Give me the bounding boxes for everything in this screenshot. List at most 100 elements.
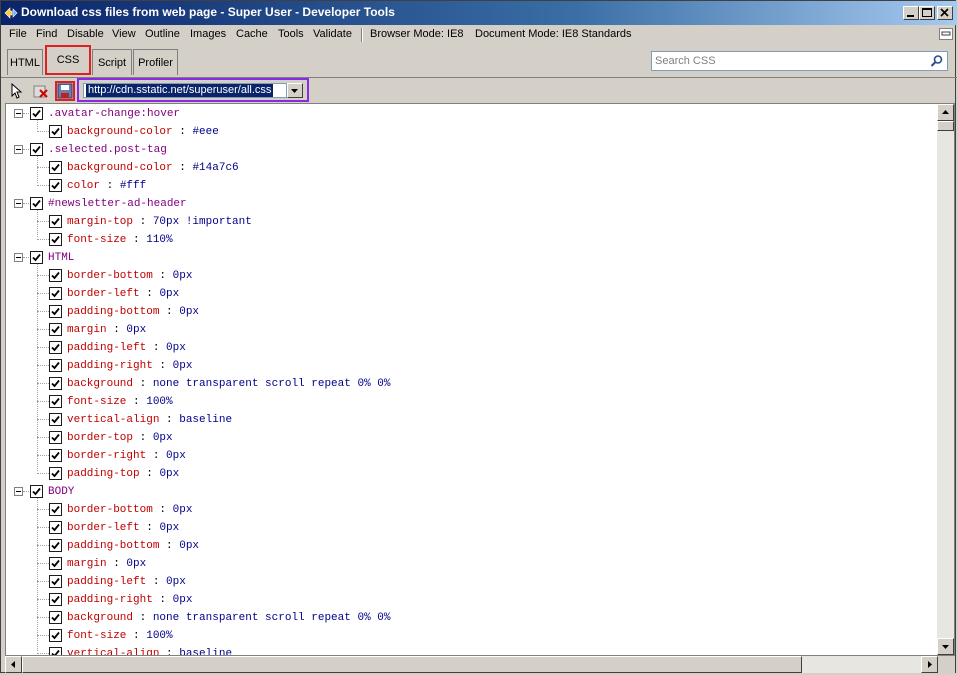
maximize-button[interactable]	[919, 6, 935, 20]
property-checkbox[interactable]	[49, 359, 62, 372]
property-checkbox[interactable]	[49, 179, 62, 192]
tab-script[interactable]: Script	[92, 49, 132, 75]
property-checkbox[interactable]	[49, 629, 62, 642]
property-name[interactable]: border-bottom	[67, 504, 153, 516]
property-name[interactable]: border-top	[67, 432, 133, 444]
rule-checkbox[interactable]	[30, 143, 43, 156]
property-name[interactable]: font-size	[67, 630, 126, 642]
css-selector[interactable]: .avatar-change:hover	[48, 105, 180, 123]
property-value[interactable]: baseline	[179, 648, 232, 655]
pin-icon[interactable]	[939, 28, 953, 40]
minimize-button[interactable]	[903, 6, 919, 20]
css-selector[interactable]: BODY	[48, 483, 74, 501]
property-name[interactable]: padding-bottom	[67, 306, 159, 318]
menu-disable[interactable]: Disable	[67, 28, 104, 40]
rule-checkbox[interactable]	[30, 485, 43, 498]
collapse-icon[interactable]	[14, 253, 23, 262]
property-name[interactable]: vertical-align	[67, 414, 159, 426]
property-value[interactable]: 0px	[166, 450, 186, 462]
property-name[interactable]: padding-right	[67, 594, 153, 606]
property-value[interactable]: 100%	[146, 396, 172, 408]
property-checkbox[interactable]	[49, 305, 62, 318]
menu-outline[interactable]: Outline	[145, 28, 180, 40]
clear-button[interactable]	[31, 81, 51, 101]
menu-view[interactable]: View	[112, 28, 136, 40]
close-button[interactable]	[937, 6, 953, 20]
css-selector[interactable]: HTML	[48, 249, 74, 267]
rule-checkbox[interactable]	[30, 107, 43, 120]
menu-cache[interactable]: Cache	[236, 28, 268, 40]
property-checkbox[interactable]	[49, 593, 62, 606]
property-value[interactable]: 0px	[173, 270, 193, 282]
property-name[interactable]: margin	[67, 324, 107, 336]
property-value[interactable]: 0px	[159, 288, 179, 300]
property-value[interactable]: 0px	[173, 594, 193, 606]
property-value[interactable]: 0px	[173, 360, 193, 372]
rule-checkbox[interactable]	[30, 251, 43, 264]
property-checkbox[interactable]	[49, 125, 62, 138]
property-value[interactable]: 0px	[179, 306, 199, 318]
property-name[interactable]: color	[67, 180, 100, 192]
menu-file[interactable]: File	[9, 28, 27, 40]
property-name[interactable]: background-color	[67, 162, 173, 174]
property-name[interactable]: padding-right	[67, 360, 153, 372]
scroll-thumb[interactable]	[937, 121, 954, 131]
property-value[interactable]: 0px	[126, 558, 146, 570]
property-checkbox[interactable]	[49, 611, 62, 624]
property-value[interactable]: 0px	[179, 540, 199, 552]
collapse-icon[interactable]	[14, 145, 23, 154]
property-checkbox[interactable]	[49, 161, 62, 174]
search-css-input[interactable]	[655, 54, 925, 68]
property-value[interactable]: 0px	[159, 522, 179, 534]
property-name[interactable]: padding-left	[67, 576, 146, 588]
property-checkbox[interactable]	[49, 341, 62, 354]
css-selector[interactable]: #newsletter-ad-header	[48, 195, 187, 213]
select-element-button[interactable]	[7, 81, 27, 101]
property-name[interactable]: background	[67, 378, 133, 390]
property-name[interactable]: font-size	[67, 396, 126, 408]
css-selector[interactable]: .selected.post-tag	[48, 141, 167, 159]
property-value[interactable]: 110%	[146, 234, 172, 246]
collapse-icon[interactable]	[14, 199, 23, 208]
property-name[interactable]: background-color	[67, 126, 173, 138]
property-name[interactable]: vertical-align	[67, 648, 159, 655]
menu-document-mode[interactable]: Document Mode: IE8 Standards	[475, 28, 632, 40]
property-checkbox[interactable]	[49, 323, 62, 336]
property-checkbox[interactable]	[49, 503, 62, 516]
property-value[interactable]: 100%	[146, 630, 172, 642]
property-value[interactable]: 70px !important	[153, 216, 252, 228]
tab-css[interactable]: CSS	[45, 45, 91, 75]
property-checkbox[interactable]	[49, 575, 62, 588]
property-value[interactable]: 0px	[166, 576, 186, 588]
property-name[interactable]: background	[67, 612, 133, 624]
property-checkbox[interactable]	[49, 395, 62, 408]
property-name[interactable]: border-left	[67, 522, 140, 534]
property-value[interactable]: #fff	[120, 180, 146, 192]
property-checkbox[interactable]	[49, 377, 62, 390]
search-icon[interactable]	[930, 54, 944, 68]
property-checkbox[interactable]	[49, 431, 62, 444]
property-value[interactable]: none transparent scroll repeat 0% 0%	[153, 612, 391, 624]
property-checkbox[interactable]	[49, 647, 62, 655]
property-value[interactable]: 0px	[166, 342, 186, 354]
stylesheet-selector[interactable]: http://cdn.sstatic.net/superuser/all.css	[77, 78, 309, 102]
vertical-scrollbar[interactable]	[937, 104, 954, 655]
tab-html[interactable]: HTML	[7, 49, 43, 75]
scroll-down-button[interactable]	[937, 638, 954, 655]
property-checkbox[interactable]	[49, 449, 62, 462]
scroll-up-button[interactable]	[937, 104, 954, 121]
resize-grip[interactable]	[938, 656, 955, 673]
property-checkbox[interactable]	[49, 521, 62, 534]
scroll-left-button[interactable]	[5, 656, 22, 673]
property-value[interactable]: #eee	[192, 126, 218, 138]
property-name[interactable]: font-size	[67, 234, 126, 246]
menu-find[interactable]: Find	[36, 28, 57, 40]
property-name[interactable]: border-right	[67, 450, 146, 462]
property-value[interactable]: none transparent scroll repeat 0% 0%	[153, 378, 391, 390]
collapse-icon[interactable]	[14, 487, 23, 496]
property-value[interactable]: 0px	[159, 468, 179, 480]
menu-validate[interactable]: Validate	[313, 28, 352, 40]
horizontal-scroll-thumb[interactable]	[22, 656, 802, 673]
property-name[interactable]: margin	[67, 558, 107, 570]
property-name[interactable]: border-left	[67, 288, 140, 300]
